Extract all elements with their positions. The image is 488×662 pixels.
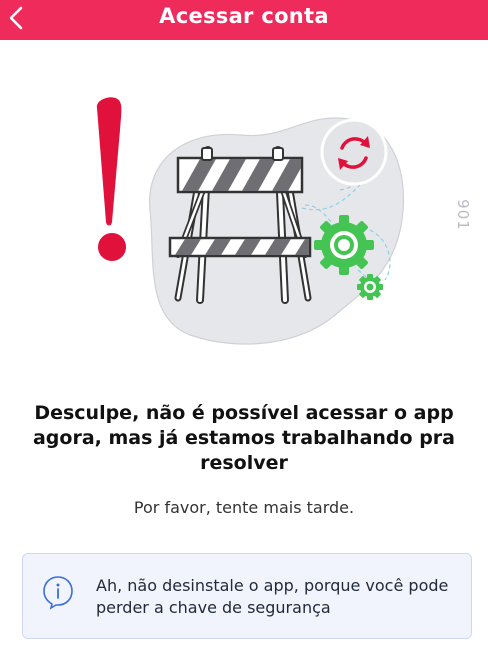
error-subtext: Por favor, tente mais tarde.: [133, 498, 355, 517]
gear-icon: [357, 274, 383, 300]
security-notice: Ah, não desinstale o app, porque você po…: [22, 553, 472, 639]
error-headline: Desculpe, não é possível acessar o app a…: [32, 402, 455, 474]
error-code: 901: [453, 199, 472, 231]
exclamation-icon: [94, 95, 128, 263]
back-button[interactable]: [2, 3, 30, 33]
error-screen: Acessar conta 901 Desculpe, não é possív…: [0, 0, 488, 662]
notice-text: Ah, não desinstale o app, porque você po…: [96, 576, 449, 617]
refresh-icon: [320, 118, 388, 186]
page-title: Acessar conta: [159, 4, 329, 28]
maintenance-illustration: [94, 95, 404, 345]
chevron-left-icon: [9, 6, 23, 30]
info-icon: [43, 576, 73, 610]
app-header: Acessar conta: [0, 0, 488, 40]
gear-icon: [314, 215, 374, 275]
